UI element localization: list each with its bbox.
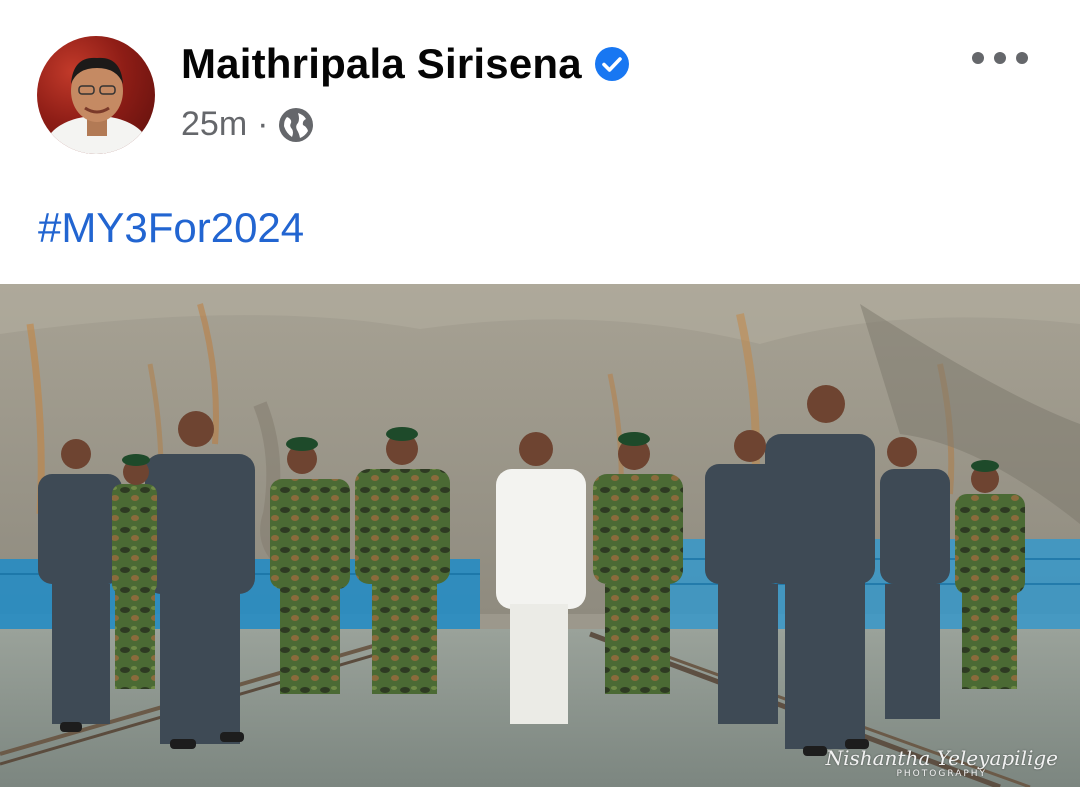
watermark-signature: Nishantha Yeleyapilige [825,746,1058,770]
watermark-subtitle: PHOTOGRAPHY [896,769,988,779]
author-name[interactable]: Maithripala Sirisena [181,40,582,88]
meta-separator: · [257,105,269,143]
globe-icon[interactable] [278,107,314,143]
more-options-button[interactable] [972,46,1028,70]
post-time[interactable]: 25m [181,105,247,144]
more-horizontal-icon [972,52,984,64]
post-hashtag[interactable]: #MY3For2024 [38,204,304,252]
photo-watermark: Nishantha Yeleyapilige PHOTOGRAPHY [826,748,1058,779]
post-author[interactable]: Maithripala Sirisena [181,40,630,88]
post-avatar[interactable] [37,36,155,154]
post-meta: 25m · [181,105,314,144]
verified-badge-icon [594,47,629,81]
post-photo[interactable]: Nishantha Yeleyapilige PHOTOGRAPHY [0,284,1080,787]
